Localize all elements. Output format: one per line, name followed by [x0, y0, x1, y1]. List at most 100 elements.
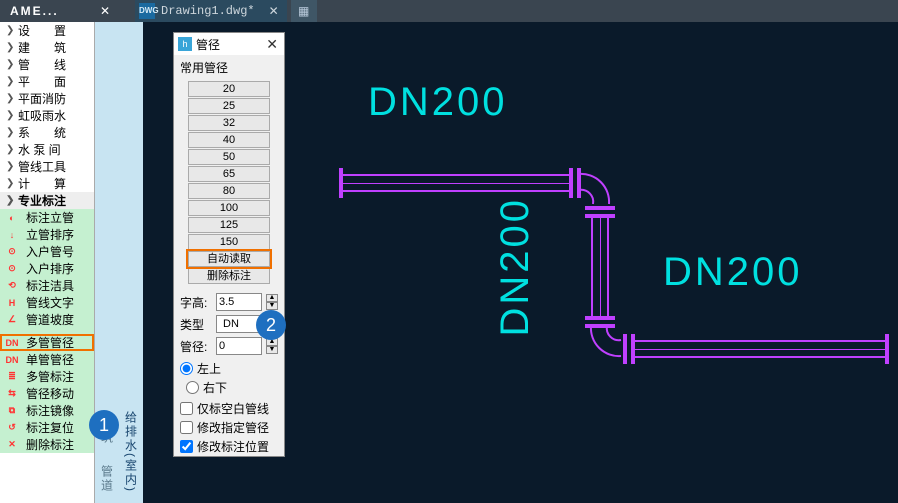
tool-item[interactable]: ✕删除标注 — [0, 436, 94, 453]
text-height-down[interactable]: ▼ — [266, 302, 278, 310]
flange — [569, 168, 573, 198]
chevron-right-icon: ❯ — [6, 161, 14, 172]
diameter-input[interactable] — [216, 337, 262, 355]
tree-label: 计 算 — [14, 175, 66, 192]
auto-read-button[interactable]: 自动读取 — [188, 251, 270, 267]
tree-item[interactable]: ❯平 面 — [0, 73, 94, 90]
side-tab[interactable]: 管道 — [97, 455, 118, 503]
tool-icon: ⊙ — [4, 245, 20, 259]
tool-item[interactable]: ⊙入户管号 — [0, 243, 94, 260]
tool-item[interactable]: ∠管道坡度 — [0, 311, 94, 328]
tree-label: 虹吸雨水 — [14, 107, 66, 124]
drawing-canvas[interactable]: h 管径 ✕ 常用管径 20253240506580100125150 自动读取… — [143, 22, 898, 503]
tool-icon: ∠ — [4, 313, 20, 327]
dn-value-button[interactable]: 25 — [188, 98, 270, 114]
tree-label: 设 置 — [14, 22, 66, 39]
radio-bottom-right[interactable]: 右下 — [186, 378, 278, 397]
pipe-segment — [343, 174, 573, 192]
tree-item[interactable]: ❯建 筑 — [0, 39, 94, 56]
text-height-up[interactable]: ▲ — [266, 294, 278, 302]
section-common-dn: 常用管径 — [174, 55, 284, 80]
tool-item[interactable]: ↺标注复位 — [0, 419, 94, 436]
tree-label: 专业标注 — [14, 192, 66, 209]
tool-item[interactable]: DN单管管径 — [0, 351, 94, 368]
pipe-segment — [591, 218, 609, 318]
dn-value-button[interactable]: 32 — [188, 115, 270, 131]
tool-icon: ≣ — [4, 370, 20, 384]
dn-value-button[interactable]: 40 — [188, 132, 270, 148]
tool-item[interactable]: ≣多管标注 — [0, 368, 94, 385]
flange — [585, 316, 615, 320]
tool-item[interactable]: ⟲标注洁具 — [0, 277, 94, 294]
callout-badge-1: 1 — [89, 410, 119, 440]
dn-value-button[interactable]: 100 — [188, 200, 270, 216]
tool-label: 删除标注 — [22, 436, 74, 453]
tree-item[interactable]: ❯水 泵 间 — [0, 141, 94, 158]
dn-value-button[interactable]: 80 — [188, 183, 270, 199]
document-tab[interactable]: DWG Drawing1.dwg* ✕ — [135, 0, 287, 22]
delete-label-button[interactable]: 删除标注 — [188, 268, 270, 284]
tool-label: 管径移动 — [22, 385, 74, 402]
tree-item[interactable]: ❯系 统 — [0, 124, 94, 141]
chevron-right-icon: ❯ — [6, 25, 14, 36]
tree-item[interactable]: ❯设 置 — [0, 22, 94, 39]
tree-label: 平 面 — [14, 73, 66, 90]
dn-annotation-bottom: DN200 — [663, 250, 803, 295]
chevron-right-icon: ❯ — [6, 42, 14, 53]
tool-icon: ⇆ — [4, 387, 20, 401]
tool-label: 立管排序 — [22, 226, 74, 243]
check-option[interactable]: 修改指定管径 — [180, 418, 278, 437]
tree-label: 建 筑 — [14, 39, 66, 56]
chevron-right-icon: ❯ — [6, 93, 14, 104]
diameter-down[interactable]: ▼ — [266, 346, 278, 354]
tool-label: 标注立管 — [22, 209, 74, 226]
dn-annotation-mid: DN200 — [493, 197, 538, 337]
dn-value-button[interactable]: 20 — [188, 81, 270, 97]
tool-label: 标注复位 — [22, 419, 74, 436]
tool-label: 入户排序 — [22, 260, 74, 277]
chevron-right-icon: ❯ — [6, 76, 14, 87]
check-option[interactable]: 修改标注位置 — [180, 437, 278, 456]
chevron-right-icon: ❯ — [6, 59, 14, 70]
radio-top-left[interactable]: 左上 — [180, 359, 278, 378]
diameter-label: 管径: — [180, 338, 212, 355]
tool-label: 标注洁具 — [22, 277, 74, 294]
tree-item[interactable]: ❯专业标注 — [0, 192, 94, 209]
tool-item[interactable]: DN多管管径 — [0, 334, 94, 351]
tool-icon: ⧉ — [4, 404, 20, 418]
flange — [585, 206, 615, 210]
dn-value-button[interactable]: 65 — [188, 166, 270, 182]
panel-close-icon[interactable]: ✕ — [264, 36, 280, 53]
tree-item[interactable]: ❯管 线 — [0, 56, 94, 73]
panel-title-ame: AME... — [0, 4, 95, 18]
chevron-right-icon: ❯ — [6, 144, 14, 155]
dwg-file-icon: DWG — [139, 3, 155, 19]
dn-value-button[interactable]: 150 — [188, 234, 270, 250]
tool-icon: ⟲ — [4, 279, 20, 293]
dn-value-button[interactable]: 125 — [188, 217, 270, 233]
tool-item[interactable]: ⧉标注镜像 — [0, 402, 94, 419]
tool-item[interactable]: ◐标注立管 — [0, 209, 94, 226]
tool-item[interactable]: ⇆管径移动 — [0, 385, 94, 402]
check-option[interactable]: 仅标空白管线 — [180, 399, 278, 418]
tab-close-icon[interactable]: ✕ — [261, 4, 287, 18]
tool-item[interactable]: ↓立管排序 — [0, 226, 94, 243]
chevron-right-icon: ❯ — [6, 127, 14, 138]
close-icon[interactable]: ✕ — [95, 4, 115, 18]
new-tab-button[interactable]: ▦ — [291, 0, 317, 22]
panel-icon: h — [178, 37, 192, 51]
tree-label: 水 泵 间 — [14, 141, 61, 158]
dn-annotation-top: DN200 — [368, 80, 508, 125]
side-tab[interactable]: 给排水(室内) — [121, 401, 142, 503]
tree-item[interactable]: ❯平面消防 — [0, 90, 94, 107]
tool-item[interactable]: H管线文字 — [0, 294, 94, 311]
tree-item[interactable]: ❯虹吸雨水 — [0, 107, 94, 124]
dn-value-button[interactable]: 50 — [188, 149, 270, 165]
flange — [885, 334, 889, 364]
text-height-input[interactable] — [216, 293, 262, 311]
tree-item[interactable]: ❯计 算 — [0, 175, 94, 192]
tool-item[interactable]: ⊙入户排序 — [0, 260, 94, 277]
tree-label: 平面消防 — [14, 90, 66, 107]
tree-label: 系 统 — [14, 124, 66, 141]
tree-item[interactable]: ❯管线工具 — [0, 158, 94, 175]
